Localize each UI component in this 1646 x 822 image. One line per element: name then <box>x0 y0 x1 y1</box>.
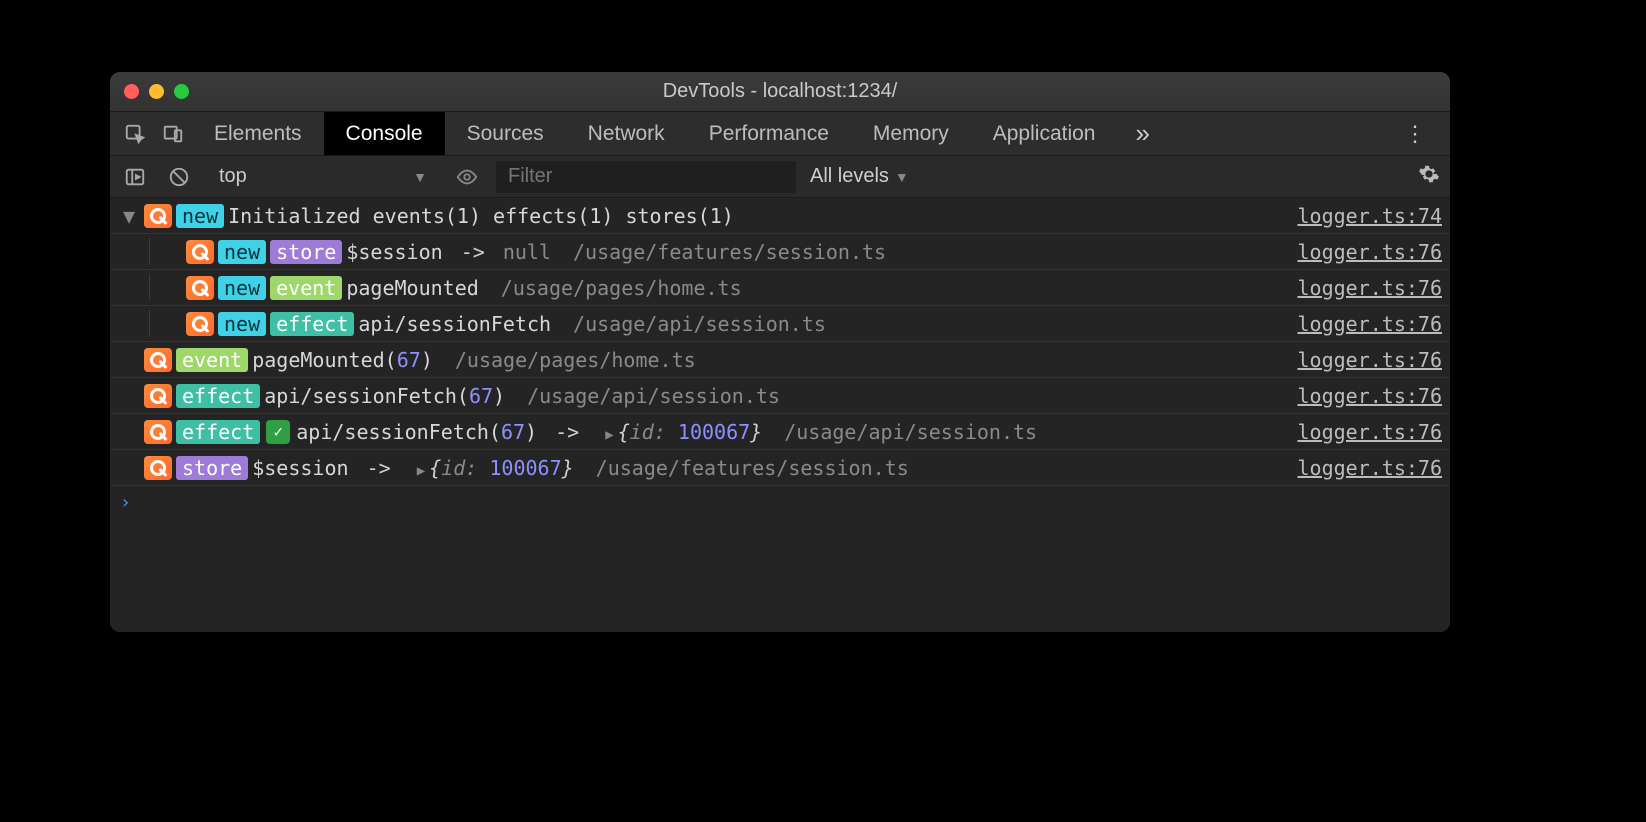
source-link[interactable]: logger.ts:76 <box>1298 456 1443 480</box>
console-row[interactable]: store $session -> ▶{id: 100067} /usage/fe… <box>110 450 1450 486</box>
log-levels-select[interactable]: All levels ▼ <box>810 165 909 188</box>
log-path: /usage/api/session.ts <box>573 312 826 336</box>
log-path: /usage/features/session.ts <box>596 456 909 480</box>
source-link[interactable]: logger.ts:74 <box>1298 204 1443 228</box>
log-message: api/sessionFetch(67) -> ▶{id: 100067} <box>296 420 762 444</box>
console-toolbar: top ▼ All levels ▼ <box>110 156 1450 198</box>
titlebar: DevTools - localhost:1234/ <box>110 72 1450 112</box>
filter-input[interactable] <box>496 161 796 193</box>
console-settings-icon[interactable] <box>1418 163 1440 190</box>
pin-icon <box>186 276 214 300</box>
pin-icon <box>144 420 172 444</box>
tab-elements[interactable]: Elements <box>192 112 324 155</box>
tab-application[interactable]: Application <box>971 112 1118 155</box>
tab-sources[interactable]: Sources <box>445 112 566 155</box>
badge-effect: effect <box>270 312 354 336</box>
console-row[interactable]: effect✓ api/sessionFetch(67) -> ▶{id: 10… <box>110 414 1450 450</box>
badge-new: new <box>218 276 266 300</box>
log-message: api/sessionFetch <box>358 312 551 336</box>
window-title: DevTools - localhost:1234/ <box>110 80 1450 103</box>
pin-icon <box>144 456 172 480</box>
log-message: Initialized events(1) effects(1) stores(… <box>228 204 734 228</box>
context-label: top <box>219 165 247 188</box>
source-link[interactable]: logger.ts:76 <box>1298 312 1443 336</box>
console-row[interactable]: neweffect api/sessionFetch/usage/api/ses… <box>110 306 1450 342</box>
tab-console[interactable]: Console <box>324 112 445 155</box>
source-link[interactable]: logger.ts:76 <box>1298 348 1443 372</box>
badge-new: new <box>218 240 266 264</box>
console-prompt[interactable]: › <box>110 486 1450 519</box>
console-output[interactable]: ▼ new Initialized events(1) effects(1) st… <box>110 198 1450 632</box>
pin-icon <box>144 348 172 372</box>
badge-event: event <box>270 276 342 300</box>
tab-network[interactable]: Network <box>566 112 687 155</box>
console-row[interactable]: event pageMounted(67) /usage/pages/home.t… <box>110 342 1450 378</box>
execution-context-select[interactable]: top ▼ <box>208 162 438 191</box>
source-link[interactable]: logger.ts:76 <box>1298 276 1443 300</box>
log-message: pageMounted <box>346 276 478 300</box>
badge-new: new <box>218 312 266 336</box>
log-message: api/sessionFetch(67) <box>264 384 505 408</box>
clear-console-icon[interactable] <box>164 162 194 192</box>
source-link[interactable]: logger.ts:76 <box>1298 420 1443 444</box>
badge-event: event <box>176 348 248 372</box>
more-tabs-button[interactable]: » <box>1125 112 1159 155</box>
log-path: /usage/pages/home.ts <box>455 348 696 372</box>
console-row[interactable]: newstore $session -> null/usage/features… <box>110 234 1450 270</box>
pin-icon <box>186 312 214 336</box>
disclosure-triangle-icon[interactable]: ▼ <box>114 204 144 228</box>
pin-icon <box>144 204 172 228</box>
log-message: $session -> ▶{id: 100067} <box>252 456 573 480</box>
settings-kebab-icon[interactable]: ⋮ <box>1388 112 1444 155</box>
log-message: pageMounted(67) <box>252 348 433 372</box>
live-expression-icon[interactable] <box>452 162 482 192</box>
pin-icon <box>144 384 172 408</box>
log-path: /usage/pages/home.ts <box>501 276 742 300</box>
badge-store: store <box>270 240 342 264</box>
source-link[interactable]: logger.ts:76 <box>1298 384 1443 408</box>
console-row[interactable]: effect api/sessionFetch(67) /usage/api/se… <box>110 378 1450 414</box>
toggle-sidebar-icon[interactable] <box>120 162 150 192</box>
pin-icon <box>186 240 214 264</box>
badge-new: new <box>176 204 224 228</box>
tab-memory[interactable]: Memory <box>851 112 971 155</box>
badge-store: store <box>176 456 248 480</box>
inspect-icon[interactable] <box>116 112 154 155</box>
console-row[interactable]: ▼ new Initialized events(1) effects(1) st… <box>110 198 1450 234</box>
device-toggle-icon[interactable] <box>154 112 192 155</box>
levels-label: All levels <box>810 165 889 188</box>
panel-tabstrip: ElementsConsoleSourcesNetworkPerformance… <box>110 112 1450 156</box>
log-message: $session -> null <box>346 240 551 264</box>
check-icon: ✓ <box>266 420 290 444</box>
console-row[interactable]: newevent pageMounted/usage/pages/home.ts… <box>110 270 1450 306</box>
log-path: /usage/api/session.ts <box>784 420 1037 444</box>
log-path: /usage/features/session.ts <box>573 240 886 264</box>
tab-performance[interactable]: Performance <box>687 112 851 155</box>
log-path: /usage/api/session.ts <box>527 384 780 408</box>
badge-effect: effect <box>176 384 260 408</box>
source-link[interactable]: logger.ts:76 <box>1298 240 1443 264</box>
chevron-down-icon: ▼ <box>413 169 427 185</box>
devtools-window: DevTools - localhost:1234/ ElementsConso… <box>110 72 1450 632</box>
chevron-down-icon: ▼ <box>895 169 909 185</box>
badge-effect: effect <box>176 420 260 444</box>
